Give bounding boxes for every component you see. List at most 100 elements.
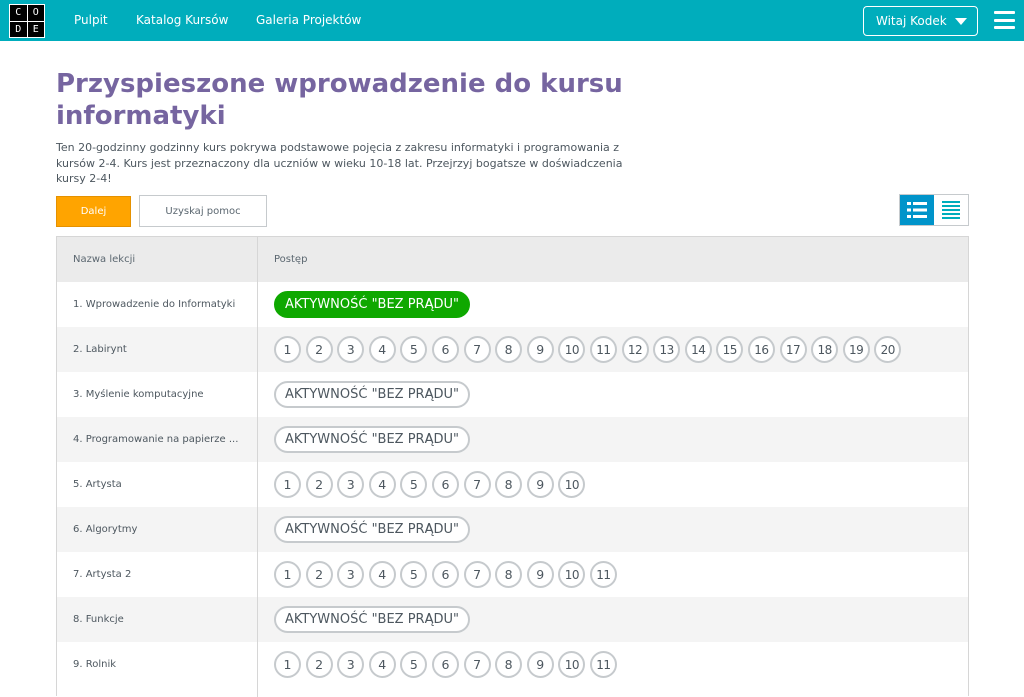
- nav-link-project-gallery[interactable]: Galeria Projektów: [256, 13, 361, 27]
- level-bubble[interactable]: 6: [431, 651, 459, 678]
- level-bubble[interactable]: 12: [621, 336, 649, 363]
- list-compact-icon: [942, 201, 960, 219]
- lesson-name[interactable]: 5. Artysta: [73, 479, 122, 490]
- level-bubble[interactable]: 10: [558, 336, 586, 363]
- level-bubble[interactable]: 9: [526, 561, 554, 588]
- level-bubble[interactable]: 8: [495, 471, 523, 498]
- level-bubble[interactable]: 3: [337, 471, 365, 498]
- logo-letter: O: [27, 5, 44, 21]
- level-bubble[interactable]: 11: [589, 336, 617, 363]
- level-bubble[interactable]: 7: [463, 471, 491, 498]
- lesson-name[interactable]: 6. Algorytmy: [73, 524, 137, 535]
- unplugged-activity-pill[interactable]: AKTYWNOŚĆ "BEZ PRĄDU": [274, 606, 470, 633]
- level-bubbles: 1 2 3 4 5 6 7 8 9 10 11: [274, 651, 622, 678]
- get-help-button[interactable]: Uzyskaj pomoc: [139, 195, 267, 227]
- level-bubble[interactable]: 4: [368, 336, 396, 363]
- lesson-name[interactable]: 2. Labirynt: [73, 344, 127, 355]
- level-bubble[interactable]: 17: [779, 336, 807, 363]
- unplugged-activity-pill[interactable]: AKTYWNOŚĆ "BEZ PRĄDU": [274, 291, 470, 318]
- lesson-progress: 1 2 3 4 5 6 7 8 9 10 11 12 13 14 15 16 17 18 19 20: [274, 335, 906, 364]
- level-bubble[interactable]: 11: [589, 561, 617, 588]
- level-bubble[interactable]: 9: [526, 471, 554, 498]
- unplugged-activity-pill[interactable]: AKTYWNOŚĆ "BEZ PRĄDU": [274, 426, 470, 453]
- table-row: 1. Wprowadzenie do Informatyki AKTYWNOŚĆ …: [57, 282, 968, 327]
- level-bubble[interactable]: 3: [337, 651, 365, 678]
- level-bubble[interactable]: 9: [526, 651, 554, 678]
- level-bubbles: 1 2 3 4 5 6 7 8 9 10 11 12 13 14 15 16 17 18 19 20: [274, 336, 906, 363]
- level-bubble[interactable]: 4: [368, 561, 396, 588]
- lesson-name[interactable]: 4. Programowanie na papierze ...: [73, 434, 238, 445]
- level-bubble[interactable]: 4: [368, 651, 396, 678]
- level-bubble[interactable]: 8: [495, 651, 523, 678]
- table-header: Nazwa lekcji Postęp: [57, 237, 968, 282]
- level-bubble[interactable]: 5: [400, 471, 428, 498]
- user-menu-button[interactable]: Witaj Kodek: [863, 6, 978, 36]
- lesson-name[interactable]: 3. Myślenie komputacyjne: [73, 389, 204, 400]
- level-bubble[interactable]: 5: [400, 336, 428, 363]
- lesson-progress: 1 2 3 4 5 6 7 8 9 10: [274, 470, 590, 499]
- level-bubble[interactable]: 9: [526, 336, 554, 363]
- top-navigation-bar: C O D E Pulpit Katalog Kursów Galeria Pr…: [0, 0, 1024, 41]
- lesson-progress: AKTYWNOŚĆ "BEZ PRĄDU": [274, 425, 470, 454]
- level-bubble[interactable]: 3: [337, 336, 365, 363]
- lesson-name[interactable]: 7. Artysta 2: [73, 569, 131, 580]
- column-divider: [257, 237, 258, 697]
- unplugged-activity-pill[interactable]: AKTYWNOŚĆ "BEZ PRĄDU": [274, 516, 470, 543]
- table-row: 6. Algorytmy AKTYWNOŚĆ "BEZ PRĄDU": [57, 507, 968, 552]
- lesson-progress: 1 2 3 4 5 6 7 8 9 10 11: [274, 650, 622, 679]
- course-description: Ten 20-godzinny godzinny kurs pokrywa po…: [56, 141, 623, 185]
- level-bubble[interactable]: 6: [431, 561, 459, 588]
- level-bubble[interactable]: 1: [274, 336, 301, 363]
- level-bubble[interactable]: 18: [811, 336, 839, 363]
- level-bubble[interactable]: 2: [305, 471, 333, 498]
- level-bubble[interactable]: 14: [684, 336, 712, 363]
- hamburger-menu-icon[interactable]: [994, 11, 1015, 29]
- level-bubble[interactable]: 7: [463, 561, 491, 588]
- level-bubble[interactable]: 8: [495, 561, 523, 588]
- level-bubble[interactable]: 5: [400, 561, 428, 588]
- next-button[interactable]: Dalej: [56, 196, 131, 227]
- level-bubble[interactable]: 10: [558, 471, 586, 498]
- table-row: 7. Artysta 2 1 2 3 4 5 6 7 8 9 10 11: [57, 552, 968, 597]
- level-bubble[interactable]: 15: [716, 336, 744, 363]
- level-bubbles: 1 2 3 4 5 6 7 8 9 10 11: [274, 561, 622, 588]
- level-bubble[interactable]: 10: [558, 651, 586, 678]
- lessons-table: Nazwa lekcji Postęp 1. Wprowadzenie do I…: [56, 236, 969, 697]
- table-row: 5. Artysta 1 2 3 4 5 6 7 8 9 10: [57, 462, 968, 507]
- lesson-progress: AKTYWNOŚĆ "BEZ PRĄDU": [274, 380, 470, 409]
- lesson-name[interactable]: 1. Wprowadzenie do Informatyki: [73, 299, 235, 310]
- lesson-progress: AKTYWNOŚĆ "BEZ PRĄDU": [274, 515, 470, 544]
- level-bubble[interactable]: 5: [400, 651, 428, 678]
- level-bubble[interactable]: 10: [558, 561, 586, 588]
- level-bubble[interactable]: 4: [368, 471, 396, 498]
- level-bubble[interactable]: 8: [495, 336, 523, 363]
- level-bubble[interactable]: 2: [305, 561, 333, 588]
- nav-link-dashboard[interactable]: Pulpit: [74, 13, 108, 27]
- table-row: 3. Myślenie komputacyjne AKTYWNOŚĆ "BEZ P…: [57, 372, 968, 417]
- level-bubble[interactable]: 1: [274, 651, 301, 678]
- column-header-lesson-name: Nazwa lekcji: [73, 254, 136, 265]
- lesson-name[interactable]: 9. Rolnik: [73, 659, 116, 670]
- level-bubble[interactable]: 3: [337, 561, 365, 588]
- level-bubble[interactable]: 2: [305, 651, 333, 678]
- level-bubble[interactable]: 2: [305, 336, 333, 363]
- code-logo[interactable]: C O D E: [9, 4, 45, 38]
- level-bubble[interactable]: 20: [874, 336, 902, 363]
- level-bubble[interactable]: 11: [589, 651, 617, 678]
- level-bubble[interactable]: 19: [842, 336, 870, 363]
- list-compact-view-button[interactable]: [934, 195, 968, 225]
- level-bubble[interactable]: 7: [463, 651, 491, 678]
- nav-link-course-catalog[interactable]: Katalog Kursów: [136, 13, 228, 27]
- lesson-progress: AKTYWNOŚĆ "BEZ PRĄDU": [274, 605, 470, 634]
- level-bubble[interactable]: 6: [431, 471, 459, 498]
- lesson-name[interactable]: 8. Funkcje: [73, 614, 124, 625]
- level-bubble[interactable]: 6: [431, 336, 459, 363]
- level-bubble[interactable]: 7: [463, 336, 491, 363]
- level-bubble[interactable]: 1: [274, 561, 301, 588]
- level-bubble[interactable]: 1: [274, 471, 301, 498]
- list-detail-view-button[interactable]: [900, 195, 934, 225]
- level-bubble[interactable]: 13: [653, 336, 681, 363]
- unplugged-activity-pill[interactable]: AKTYWNOŚĆ "BEZ PRĄDU": [274, 381, 470, 408]
- logo-letter: D: [10, 21, 27, 37]
- level-bubble[interactable]: 16: [747, 336, 775, 363]
